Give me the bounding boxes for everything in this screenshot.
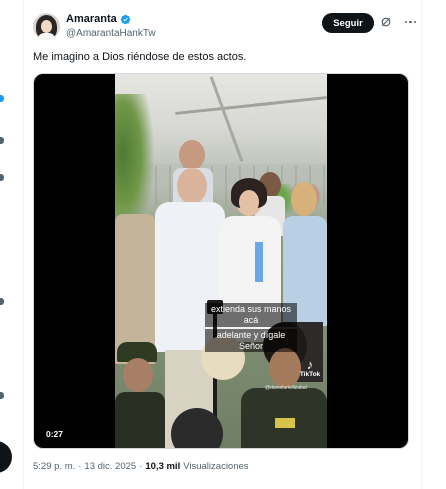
tweet-card[interactable]: Amaranta @AmarantaHankTw Seguir Me imagi… (24, 0, 422, 489)
rail-indicator (0, 298, 4, 305)
tweet-date[interactable]: 13 dic. 2025 (84, 461, 136, 472)
author-name-row[interactable]: Amaranta (66, 13, 131, 25)
tweet-time[interactable]: 5:29 p. m. (33, 461, 75, 472)
follow-button[interactable]: Seguir (322, 13, 374, 33)
video-person (115, 336, 165, 448)
views-label: Visualizaciones (183, 461, 249, 472)
tweet-metadata: 5:29 p. m. · 13 dic. 2025 · 10,3 mil Vis… (33, 461, 249, 472)
tiktok-wordmark: TikTok (299, 371, 321, 378)
meta-separator: · (78, 461, 82, 472)
more-options-icon[interactable] (405, 21, 417, 24)
rail-indicator (0, 137, 4, 144)
tiktok-logo-icon: ♪ (306, 357, 314, 372)
rail-indicator (0, 95, 4, 102)
meta-separator: · (139, 461, 143, 472)
tiktok-watermark: ♪ TikTok (295, 358, 325, 378)
video-caption: extienda sus manos acá adelante y dígale… (205, 302, 297, 354)
verified-badge-icon (120, 14, 130, 24)
author-handle[interactable]: @AmarantaHankTw (66, 28, 156, 39)
grok-icon[interactable] (380, 16, 392, 28)
avatar[interactable] (33, 13, 60, 40)
author-display-name[interactable]: Amaranta (66, 13, 117, 25)
video-player[interactable]: extienda sus manos acá adelante y dígale… (33, 73, 409, 449)
left-sidebar-rail (0, 0, 24, 489)
video-frame[interactable]: extienda sus manos acá adelante y dígale… (115, 74, 327, 448)
rail-indicator (0, 174, 4, 181)
messages-bubble-button[interactable] (0, 441, 12, 473)
caption-line: adelante y dígale Señor (205, 328, 297, 353)
tweet-text: Me imagino a Dios riéndose de estos acto… (33, 51, 247, 63)
tiktok-handle: @danielarivillzabal (265, 385, 307, 391)
video-duration: 0:27 (46, 429, 64, 439)
caption-line: extienda sus manos acá (205, 303, 297, 327)
rail-indicator (0, 392, 4, 399)
views-count: 10,3 mil (145, 461, 181, 472)
